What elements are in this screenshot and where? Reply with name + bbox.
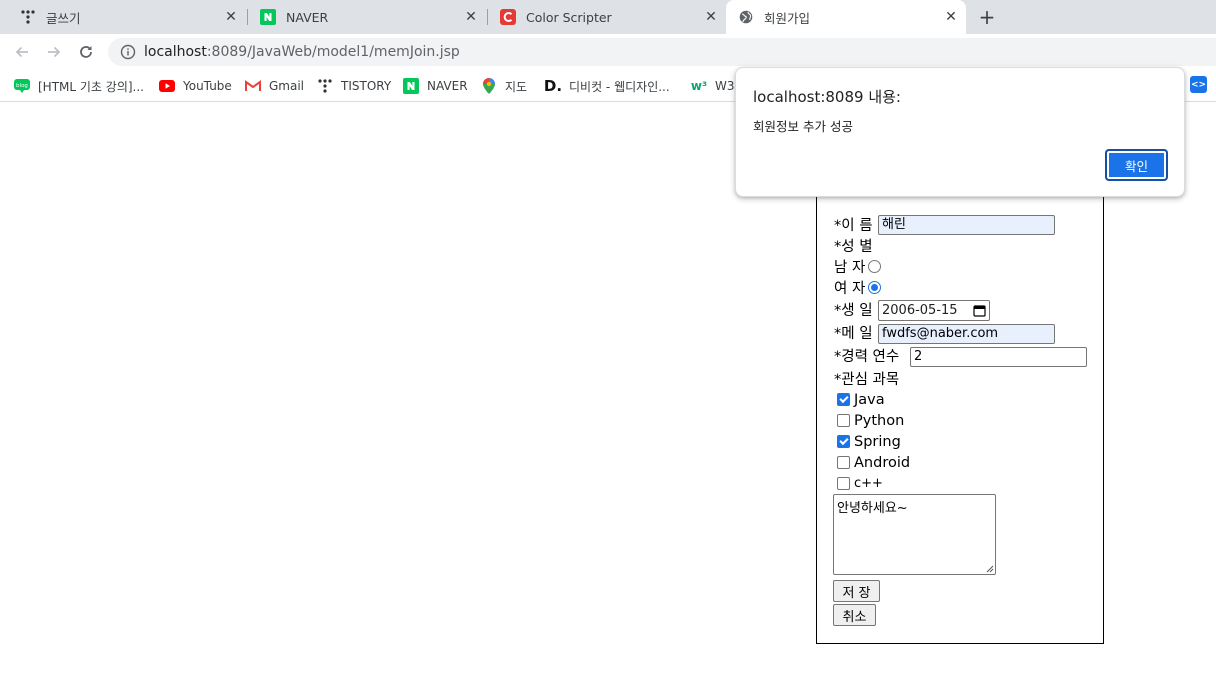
browser-toolbar: localhost:8089/JavaWeb/model1/memJoin.js…	[0, 34, 1216, 70]
close-tab-icon[interactable]: ✕	[942, 8, 960, 26]
bookmark-html-lecture[interactable]: blog [HTML 기초 강의]...	[14, 76, 144, 96]
resize-grip-icon	[986, 565, 994, 573]
globe-icon	[738, 9, 754, 25]
url-path: :8089/JavaWeb/model1/memJoin.jsp	[206, 44, 460, 60]
calendar-icon	[973, 305, 986, 317]
back-button[interactable]	[10, 40, 34, 64]
new-tab-button[interactable]: +	[976, 6, 998, 28]
tab-strip: 글쓰기 ✕ NAVER ✕ Color Scripter ✕ 회원가입 ✕ +	[0, 0, 1216, 34]
naver-icon	[403, 78, 419, 94]
android-label: Android	[854, 454, 911, 471]
name-row: *이 름	[834, 214, 873, 235]
alert-dialog: localhost:8089 내용: 회원정보 추가 성공 확인	[735, 67, 1185, 197]
tab-title: 회원가입	[764, 10, 811, 26]
tab-color-scripter[interactable]: Color Scripter ✕	[488, 0, 726, 34]
close-tab-icon[interactable]: ✕	[222, 8, 240, 26]
bookmark-naver[interactable]: NAVER	[403, 76, 468, 96]
tab-title: Color Scripter	[526, 9, 612, 25]
female-label: 여 자	[834, 281, 866, 297]
name-input[interactable]: 해린	[878, 215, 1055, 235]
interest-python-row: Python	[837, 410, 904, 431]
close-tab-icon[interactable]: ✕	[462, 8, 480, 26]
spring-label: Spring	[854, 433, 901, 450]
interest-cpp-row: c++	[837, 473, 883, 494]
cancel-button[interactable]: 취소	[833, 604, 876, 626]
tab-naver[interactable]: NAVER ✕	[248, 0, 486, 34]
bookmark-tistory[interactable]: TISTORY	[317, 76, 391, 96]
maps-pin-icon	[481, 78, 497, 94]
bookmark-label: YouTube	[183, 79, 232, 93]
male-radio[interactable]	[868, 260, 882, 273]
tab-write[interactable]: 글쓰기 ✕	[8, 0, 246, 34]
forward-arrow-icon	[48, 46, 61, 58]
youtube-icon	[159, 78, 175, 94]
cpp-checkbox[interactable]	[837, 477, 850, 490]
email-input[interactable]: fwdfs@naber.com	[878, 324, 1055, 344]
female-row: 여 자	[834, 277, 882, 298]
spring-checkbox[interactable]	[837, 435, 850, 448]
dialog-message: 회원정보 추가 성공	[753, 119, 853, 134]
naver-icon	[260, 9, 276, 25]
birth-date-input[interactable]: 2006-05-15	[878, 300, 990, 321]
bookmark-gmail[interactable]: Gmail	[245, 76, 304, 96]
java-checkbox[interactable]	[837, 393, 850, 406]
bookmark-label: TISTORY	[341, 79, 392, 93]
name-label: *이 름	[834, 218, 873, 234]
back-arrow-icon	[15, 46, 28, 58]
java-label: Java	[854, 391, 885, 408]
save-button[interactable]: 저 장	[833, 580, 880, 602]
w3schools-icon: w³	[690, 79, 708, 93]
bookmark-label: 지도	[505, 79, 528, 94]
tistory-icon	[317, 78, 333, 94]
reload-icon	[80, 46, 92, 58]
code-bookmark-icon[interactable]: <>	[1190, 76, 1207, 93]
email-label: *메 일	[834, 326, 873, 342]
address-bar[interactable]: localhost:8089/JavaWeb/model1/memJoin.js…	[108, 38, 1216, 66]
blog-icon: blog	[14, 78, 30, 94]
close-tab-icon[interactable]: ✕	[702, 8, 720, 26]
birth-label: *생 일	[834, 303, 873, 319]
female-radio[interactable]	[868, 281, 882, 294]
color-scripter-icon	[500, 9, 516, 25]
ok-button[interactable]: 확인	[1105, 149, 1168, 181]
gender-label: *성 별	[834, 239, 873, 255]
career-label: *경력 연수	[834, 349, 900, 365]
tab-title: NAVER	[286, 9, 329, 25]
interest-java-row: Java	[837, 389, 885, 410]
tab-title: 글쓰기	[46, 10, 81, 26]
python-label: Python	[854, 412, 905, 429]
birth-date-value: 2006-05-15	[882, 303, 958, 318]
url-host: localhost	[144, 44, 207, 60]
forward-button[interactable]	[42, 40, 66, 64]
svg-text:blog: blog	[16, 83, 28, 89]
cpp-label: c++	[854, 476, 883, 491]
bookmark-label: Gmail	[269, 79, 305, 93]
bookmark-label: [HTML 기초 강의]...	[38, 79, 144, 94]
dbcut-icon: D.	[543, 77, 563, 95]
bookmark-youtube[interactable]: YouTube	[159, 76, 232, 96]
interest-spring-row: Spring	[837, 431, 901, 452]
memo-text: 안녕하세요~	[837, 501, 908, 516]
male-label: 남 자	[834, 260, 866, 276]
tab-member-join[interactable]: 회원가입 ✕	[726, 0, 966, 34]
memo-textarea[interactable]: 안녕하세요~	[833, 494, 996, 575]
gmail-icon	[245, 78, 261, 94]
bookmark-maps[interactable]: 지도	[481, 76, 527, 96]
interest-android-row: Android	[837, 452, 910, 473]
bookmark-label: 디비컷 - 웹디자인...	[569, 79, 670, 94]
interest-label: *관심 과목	[834, 372, 900, 388]
male-row: 남 자	[834, 256, 882, 277]
python-checkbox[interactable]	[837, 414, 850, 427]
bookmark-dbcut[interactable]: D. 디비컷 - 웹디자인...	[543, 76, 670, 96]
android-checkbox[interactable]	[837, 456, 850, 469]
reload-button[interactable]	[74, 40, 98, 64]
dialog-title: localhost:8089 내용:	[753, 88, 901, 106]
site-info-icon[interactable]	[120, 44, 136, 60]
bookmark-label: NAVER	[427, 79, 468, 93]
tistory-icon	[20, 9, 36, 25]
career-input[interactable]: 2	[910, 347, 1087, 367]
